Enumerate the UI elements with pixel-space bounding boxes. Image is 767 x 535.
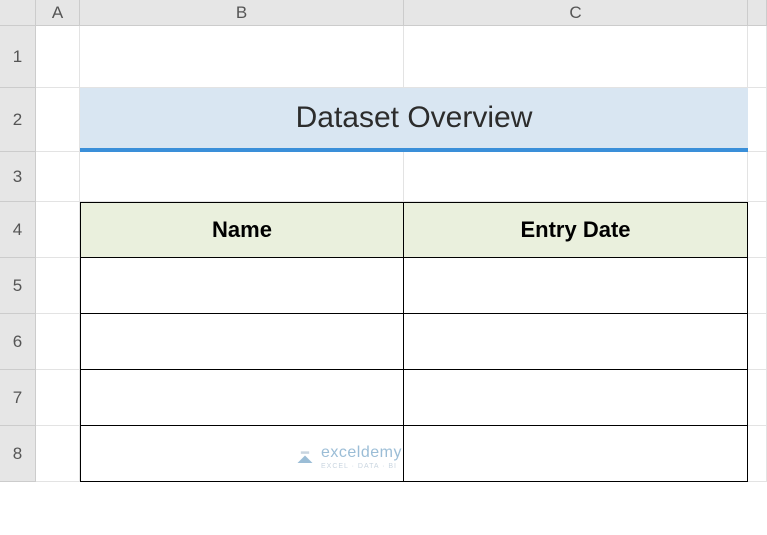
cell-D3[interactable] bbox=[748, 152, 767, 202]
cell-D4[interactable] bbox=[748, 202, 767, 258]
cell-D7[interactable] bbox=[748, 370, 767, 426]
row-header-3[interactable]: 3 bbox=[0, 152, 36, 202]
cell-name-3[interactable] bbox=[80, 370, 404, 426]
cell-C1[interactable] bbox=[404, 26, 748, 88]
row-header-4[interactable]: 4 bbox=[0, 202, 36, 258]
watermark-sub: EXCEL · DATA · BI bbox=[321, 463, 402, 470]
row-header-7[interactable]: 7 bbox=[0, 370, 36, 426]
dataset-title: Dataset Overview bbox=[80, 88, 748, 152]
cell-date-2[interactable] bbox=[404, 314, 748, 370]
cell-D2[interactable] bbox=[748, 88, 767, 152]
cell-D1[interactable] bbox=[748, 26, 767, 88]
col-header-C[interactable]: C bbox=[404, 0, 748, 26]
row-header-6[interactable]: 6 bbox=[0, 314, 36, 370]
cell-D5[interactable] bbox=[748, 258, 767, 314]
cell-A4[interactable] bbox=[36, 202, 80, 258]
logo-icon bbox=[295, 448, 315, 468]
cell-B1[interactable] bbox=[80, 26, 404, 88]
row-header-8[interactable]: 8 bbox=[0, 426, 36, 482]
cell-D8[interactable] bbox=[748, 426, 767, 482]
table-header-date[interactable]: Entry Date bbox=[404, 202, 748, 258]
cell-A6[interactable] bbox=[36, 314, 80, 370]
row-header-1[interactable]: 1 bbox=[0, 26, 36, 88]
cell-date-3[interactable] bbox=[404, 370, 748, 426]
row-header-2[interactable]: 2 bbox=[0, 88, 36, 152]
cell-date-1[interactable] bbox=[404, 258, 748, 314]
title-cell[interactable]: Dataset Overview bbox=[80, 88, 748, 152]
cell-B3[interactable] bbox=[80, 152, 404, 202]
cell-A3[interactable] bbox=[36, 152, 80, 202]
watermark-main: exceldemy bbox=[321, 445, 402, 461]
col-header-D[interactable] bbox=[748, 0, 767, 26]
cell-date-4[interactable] bbox=[404, 426, 748, 482]
table-header-name[interactable]: Name bbox=[80, 202, 404, 258]
cell-A2[interactable] bbox=[36, 88, 80, 152]
cell-name-2[interactable] bbox=[80, 314, 404, 370]
row-header-5[interactable]: 5 bbox=[0, 258, 36, 314]
cell-A5[interactable] bbox=[36, 258, 80, 314]
col-header-A[interactable]: A bbox=[36, 0, 80, 26]
col-header-B[interactable]: B bbox=[80, 0, 404, 26]
watermark: exceldemy EXCEL · DATA · BI bbox=[295, 445, 402, 470]
cell-D6[interactable] bbox=[748, 314, 767, 370]
cell-A8[interactable] bbox=[36, 426, 80, 482]
cell-A7[interactable] bbox=[36, 370, 80, 426]
cell-name-1[interactable] bbox=[80, 258, 404, 314]
select-all-corner[interactable] bbox=[0, 0, 36, 26]
cell-C3[interactable] bbox=[404, 152, 748, 202]
cell-A1[interactable] bbox=[36, 26, 80, 88]
